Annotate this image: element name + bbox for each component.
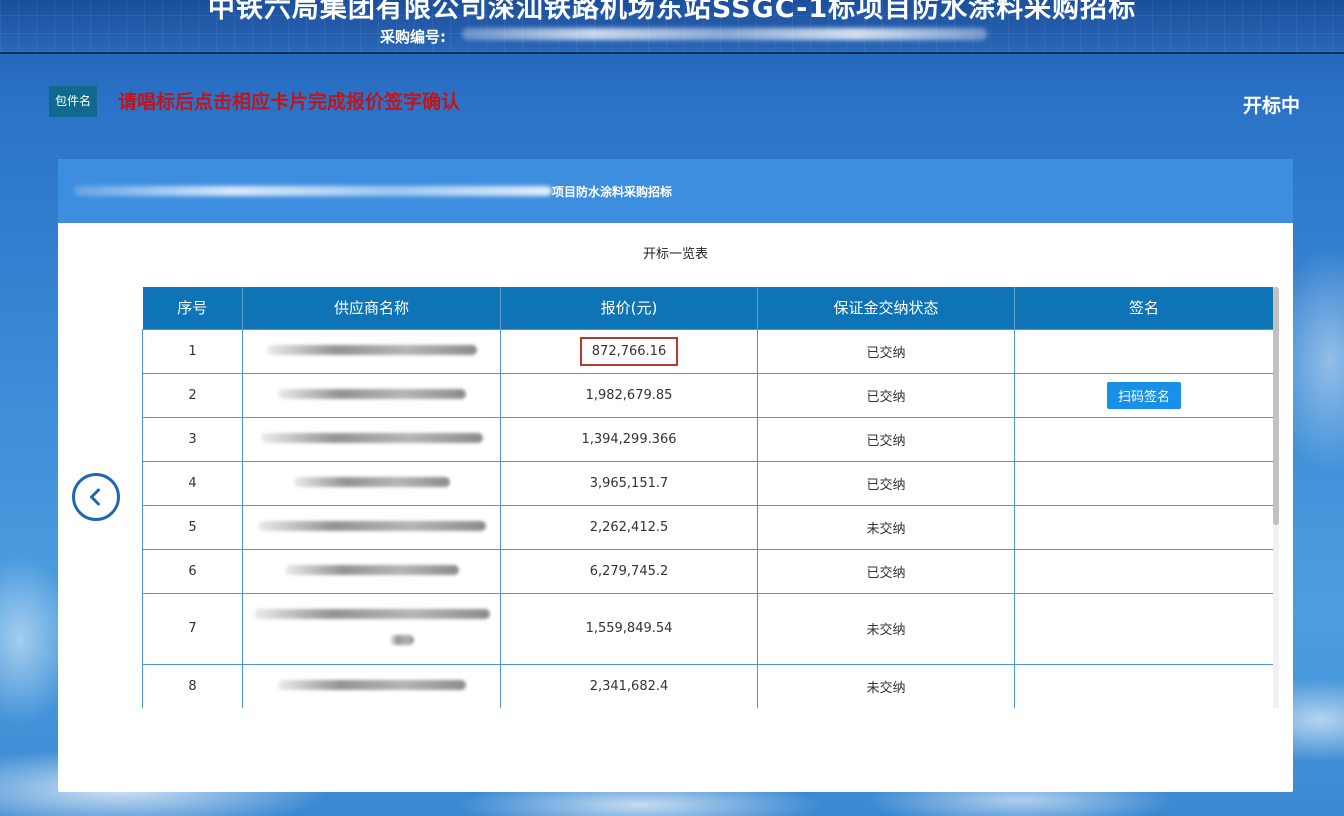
row-price: 2,341,682.4: [500, 663, 758, 708]
col-header-sign: 签名: [1014, 287, 1274, 329]
card-header: 项目防水涂料采购招标: [58, 159, 1293, 223]
procurement-code-redacted: [462, 28, 987, 40]
row-deposit: 已交纳: [757, 328, 1015, 374]
col-header-supplier: 供应商名称: [242, 287, 501, 329]
row-no: 5: [142, 504, 243, 550]
row-no: 7: [142, 592, 243, 665]
supplier-name-redacted: [242, 372, 501, 418]
package-name-badge[interactable]: 包件名: [49, 86, 97, 117]
row-sign-cell: [1014, 592, 1274, 665]
row-no: 6: [142, 548, 243, 594]
row-deposit: 未交纳: [757, 504, 1015, 550]
row-deposit: 已交纳: [757, 416, 1015, 462]
row-price: 1,559,849.54: [500, 592, 758, 665]
row-no: 3: [142, 416, 243, 462]
table-row[interactable]: 6 6,279,745.2 已交纳: [142, 548, 1274, 594]
row-deposit: 已交纳: [757, 460, 1015, 506]
row-sign-cell: [1014, 416, 1274, 462]
row-no: 4: [142, 460, 243, 506]
table-row[interactable]: 7 1,559,849.54 未交纳: [142, 592, 1274, 665]
row-deposit: 未交纳: [757, 592, 1015, 665]
row-sign-cell: 扫码签名: [1014, 372, 1274, 418]
col-header-no: 序号: [142, 287, 243, 329]
bid-opening-card: 项目防水涂料采购招标 开标一览表 序号 供应商名称 报价(元) 保证金交纳状态 …: [58, 159, 1293, 792]
bid-opening-status: 开标中: [1242, 95, 1300, 117]
row-price: 3,965,151.7: [500, 460, 758, 506]
chevron-left-circle-icon: [90, 488, 100, 506]
project-title: 中铁六局集团有限公司深汕铁路机场东站SSGC-1标项目防水涂料采购招标: [207, 0, 1137, 24]
row-price-cell: 872,766.16: [500, 328, 758, 374]
table-row[interactable]: 3 1,394,299.366 已交纳: [142, 416, 1274, 462]
table-row[interactable]: 4 3,965,151.7 已交纳: [142, 460, 1274, 506]
row-no: 1: [142, 328, 243, 374]
table-row[interactable]: 1 872,766.16 已交纳: [142, 328, 1274, 374]
scrollbar-thumb[interactable]: [1273, 287, 1279, 525]
supplier-name-redacted: [242, 548, 501, 594]
table-row[interactable]: 2 1,982,679.85 已交纳 扫码签名: [142, 372, 1274, 418]
row-sign-cell: [1014, 504, 1274, 550]
row-deposit: 已交纳: [757, 548, 1015, 594]
table-row[interactable]: 5 2,262,412.5 未交纳: [142, 504, 1274, 550]
scan-sign-button[interactable]: 扫码签名: [1106, 381, 1181, 409]
card-title: 项目防水涂料采购招标: [552, 185, 673, 199]
bid-table: 序号 供应商名称 报价(元) 保证金交纳状态 签名 1 872,766.16 已…: [142, 287, 1274, 708]
row-price: 1,982,679.85: [500, 372, 758, 418]
row-sign-cell: [1014, 663, 1274, 708]
row-price: 1,394,299.366: [500, 416, 758, 462]
row-deposit: 未交纳: [757, 663, 1015, 708]
table-caption: 开标一览表: [642, 247, 708, 262]
supplier-name-redacted: [242, 328, 501, 374]
supplier-name-redacted: [242, 416, 501, 462]
supplier-name-redacted: [242, 592, 501, 665]
project-name-redacted: [74, 186, 552, 196]
procurement-code-label: 采购编号:: [380, 28, 446, 46]
header-banner: 中铁六局集团有限公司深汕铁路机场东站SSGC-1标项目防水涂料采购招标 采购编号…: [0, 0, 1344, 54]
row-price: 2,262,412.5: [500, 504, 758, 550]
table-row[interactable]: 8 2,341,682.4 未交纳: [142, 663, 1274, 708]
col-header-deposit: 保证金交纳状态: [757, 287, 1015, 329]
supplier-name-redacted: [242, 504, 501, 550]
table-header-row: 序号 供应商名称 报价(元) 保证金交纳状态 签名: [142, 287, 1274, 329]
row-price: 872,766.16: [579, 336, 679, 366]
row-sign-cell: [1014, 548, 1274, 594]
row-deposit: 已交纳: [757, 372, 1015, 418]
bid-table-scroll[interactable]: 序号 供应商名称 报价(元) 保证金交纳状态 签名 1 872,766.16 已…: [142, 287, 1279, 708]
col-header-price: 报价(元): [500, 287, 758, 329]
row-sign-cell: [1014, 328, 1274, 374]
supplier-name-redacted: [242, 460, 501, 506]
table-scrollbar[interactable]: [1273, 287, 1279, 708]
sign-confirm-notice: 请唱标后点击相应卡片完成报价签字确认: [118, 91, 461, 113]
row-sign-cell: [1014, 460, 1274, 506]
row-price: 6,279,745.2: [500, 548, 758, 594]
supplier-name-redacted: [242, 663, 501, 708]
back-button[interactable]: [72, 473, 120, 521]
row-no: 8: [142, 663, 243, 708]
row-no: 2: [142, 372, 243, 418]
